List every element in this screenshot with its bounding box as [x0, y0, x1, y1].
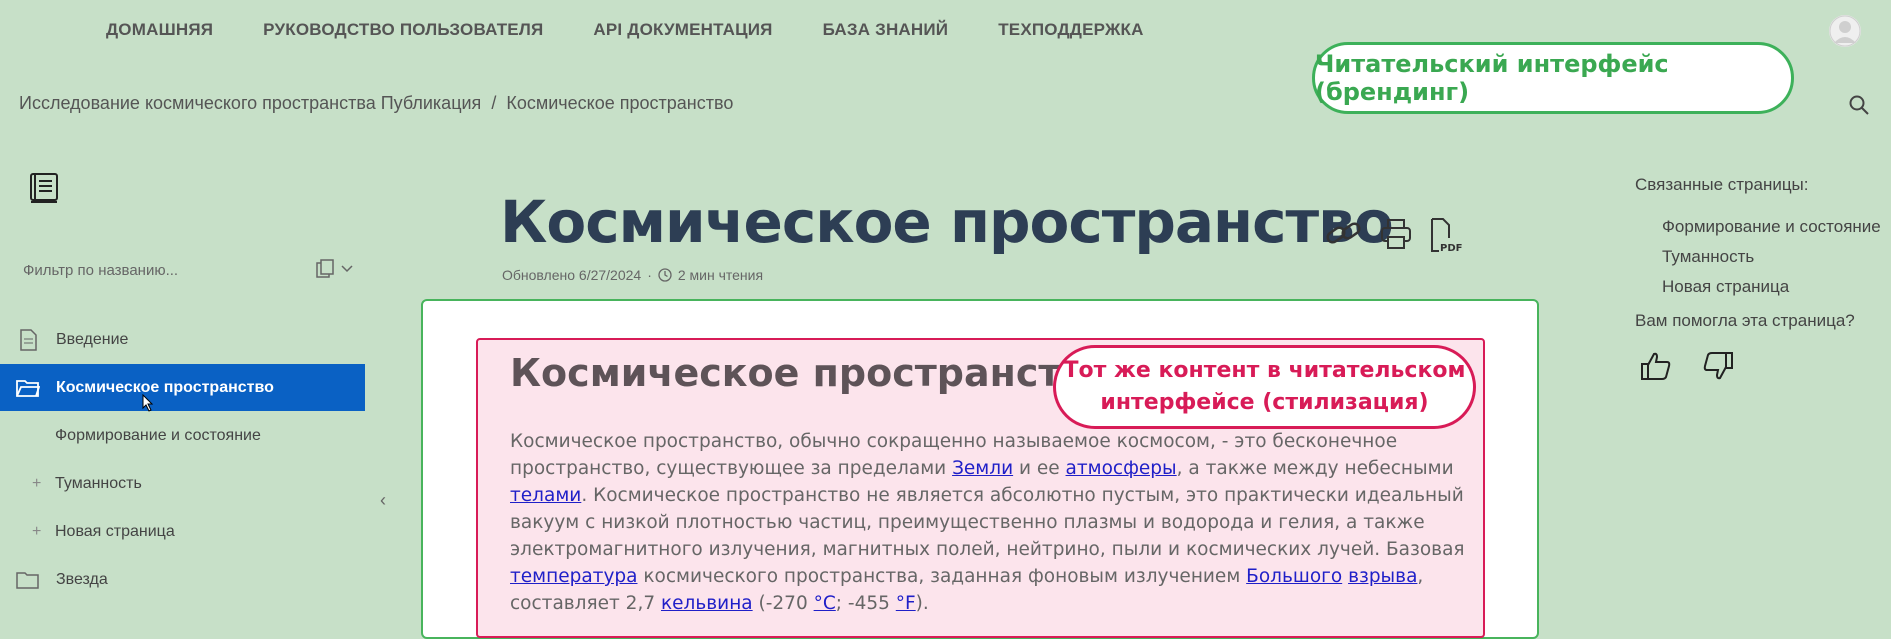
sidebar-item-label: Формирование и состояние — [55, 426, 261, 444]
breadcrumb-current: Космическое пространство — [506, 93, 734, 113]
print-icon[interactable] — [1380, 218, 1412, 255]
sidebar-item-new-page[interactable]: + Новая страница — [0, 508, 365, 555]
updated-date: Обновлено 6/27/2024 — [502, 267, 642, 283]
read-time: 2 мин чтения — [677, 267, 764, 283]
folder-icon — [0, 570, 56, 590]
svg-text:PDF: PDF — [1440, 243, 1462, 254]
link-fahrenheit[interactable]: °F — [896, 593, 916, 614]
styling-annotation-line2: интерфейсе (стилизация) — [1100, 390, 1429, 415]
feedback-buttons — [1640, 350, 1734, 387]
top-navigation: ДОМАШНЯЯ РУКОВОДСТВО ПОЛЬЗОВАТЕЛЯ API ДО… — [106, 20, 1144, 40]
page-meta: Обновлено 6/27/2024 · 2 мин чтения — [502, 267, 763, 283]
sidebar-item-intro[interactable]: Введение — [0, 316, 365, 363]
sidebar-item-label: Звезда — [56, 570, 108, 588]
thumbs-up-icon[interactable] — [1640, 350, 1672, 387]
thumbs-down-icon[interactable] — [1702, 350, 1734, 387]
link-bodies[interactable]: телами — [510, 485, 581, 506]
link-celsius[interactable]: °C — [814, 593, 836, 614]
sidebar-item-label: Введение — [56, 330, 129, 348]
breadcrumb-separator: / — [491, 93, 497, 113]
cursor-icon — [142, 394, 154, 412]
content-paragraph: Космическое пространство, обычно сокраще… — [510, 428, 1465, 617]
feedback-question: Вам помогла эта страница? — [1635, 311, 1855, 330]
nav-api-docs[interactable]: API ДОКУМЕНТАЦИЯ — [593, 20, 772, 40]
content-heading: Космическое пространство — [510, 351, 1111, 395]
collapse-sidebar-button[interactable]: ‹ — [380, 490, 386, 511]
link-temperature[interactable]: температура — [510, 566, 637, 587]
text-run: и ее — [1013, 458, 1066, 479]
nav-support[interactable]: ТЕХПОДДЕРЖКА — [998, 20, 1143, 40]
filter-input[interactable]: Фильтр по названию... — [23, 262, 178, 279]
related-pages-list: Формирование и состояние Туманность Нова… — [1662, 212, 1881, 302]
breadcrumb-parent[interactable]: Исследование космического пространства П… — [19, 93, 481, 114]
page-title: Космическое пространство — [500, 188, 1394, 256]
avatar-icon[interactable] — [1829, 15, 1861, 47]
book-icon — [28, 172, 60, 209]
nav-user-guide[interactable]: РУКОВОДСТВО ПОЛЬЗОВАТЕЛЯ — [263, 20, 543, 40]
sidebar-item-nebula[interactable]: + Туманность — [0, 460, 365, 507]
expand-icon[interactable]: + — [32, 523, 41, 541]
filter-options-button[interactable] — [315, 258, 353, 280]
sidebar-item-formation[interactable]: Формирование и состояние — [0, 412, 365, 459]
text-run: (-270 — [752, 593, 814, 614]
related-pages-title: Связанные страницы: — [1635, 175, 1809, 194]
text-run: , а также между небесными — [1176, 458, 1454, 479]
link-kelvin[interactable]: кельвина — [661, 593, 753, 614]
expand-icon[interactable]: + — [32, 475, 41, 493]
nav-home[interactable]: ДОМАШНЯЯ — [106, 20, 213, 40]
meta-separator: · — [647, 267, 652, 283]
chevron-down-icon — [341, 265, 353, 273]
nav-knowledge-base[interactable]: БАЗА ЗНАНИЙ — [823, 20, 949, 40]
document-icon — [0, 328, 56, 351]
text-run: космического пространства, заданная фоно… — [637, 566, 1247, 587]
styling-annotation: Тот же контент в читательском интерфейсе… — [1053, 345, 1476, 429]
breadcrumb: Исследование космического пространства П… — [19, 93, 733, 114]
text-run: ; -455 — [835, 593, 896, 614]
sidebar-item-label: Новая страница — [55, 522, 175, 540]
sidebar-item-label: Туманность — [55, 474, 142, 492]
link-atmosphere[interactable]: атмосферы — [1066, 458, 1177, 479]
styling-annotation-line1: Тот же контент в читательском — [1063, 358, 1466, 383]
clock-icon — [658, 268, 672, 282]
sidebar-item-space[interactable]: Космическое пространство — [0, 364, 365, 412]
branding-annotation: Читательский интерфейс (брендинг) — [1312, 42, 1794, 114]
sidebar-item-label: Космическое пространство — [56, 378, 274, 396]
text-run: . Космическое пространство не является а… — [510, 485, 1465, 560]
link-earth[interactable]: Земли — [952, 458, 1013, 479]
search-icon[interactable] — [1848, 94, 1870, 121]
link-big[interactable]: Большого — [1246, 566, 1342, 587]
text-run: ). — [915, 593, 929, 614]
pdf-icon[interactable]: PDF — [1430, 218, 1462, 259]
related-link-nebula[interactable]: Туманность — [1662, 242, 1881, 272]
related-link-formation[interactable]: Формирование и состояние — [1662, 212, 1881, 242]
copy-icon — [316, 259, 334, 278]
sidebar-item-star[interactable]: Звезда — [0, 556, 365, 603]
related-link-new-page[interactable]: Новая страница — [1662, 272, 1881, 302]
link-bang[interactable]: взрыва — [1348, 566, 1417, 587]
link-icon[interactable] — [1325, 218, 1363, 253]
folder-open-icon — [0, 378, 56, 398]
